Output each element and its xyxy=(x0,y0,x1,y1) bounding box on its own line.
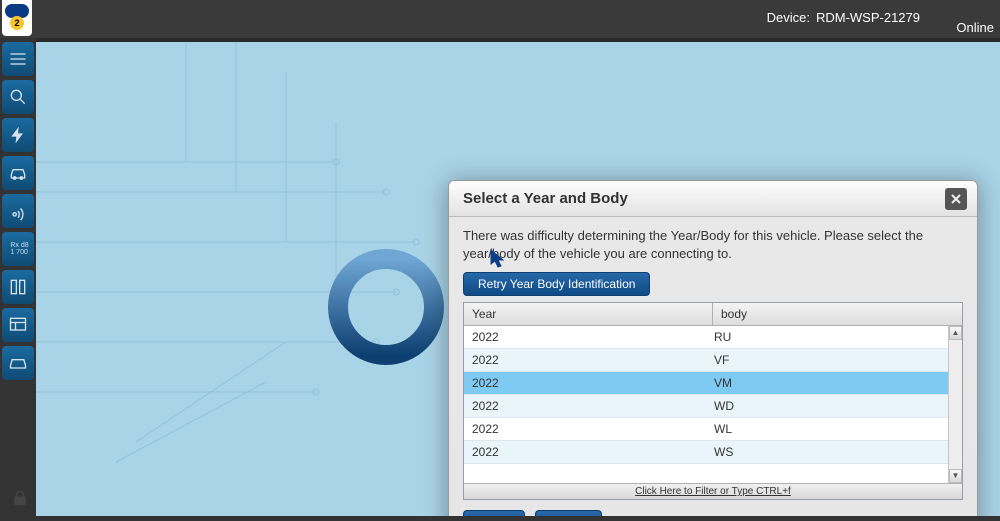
sidebar-radar[interactable] xyxy=(2,194,34,228)
lock-icon xyxy=(10,488,30,508)
sidebar-lock[interactable] xyxy=(4,481,36,515)
col-body[interactable]: body xyxy=(713,303,962,325)
retry-button[interactable]: Retry Year Body Identification xyxy=(463,272,650,296)
top-bar: 2 Device: RDM-WSP-21279 Online xyxy=(0,0,1000,38)
table-scrollbar[interactable]: ▲ ▼ xyxy=(948,326,962,483)
background-logo xyxy=(326,247,446,367)
year-body-dialog: Select a Year and Body There was difficu… xyxy=(448,180,978,516)
connection-status: Online xyxy=(956,20,994,35)
dialog-message: There was difficulty determining the Yea… xyxy=(463,227,963,262)
table-row[interactable]: 2022WL xyxy=(464,418,948,441)
layout-icon xyxy=(8,277,28,297)
sidebar-dashboard[interactable] xyxy=(2,308,34,342)
sidebar-menu[interactable] xyxy=(2,42,34,76)
cell-body: VF xyxy=(706,349,948,371)
search-icon xyxy=(8,87,28,107)
cell-body: WD xyxy=(706,395,948,417)
content-area: Select a Year and Body There was difficu… xyxy=(36,38,1000,516)
year-body-table: Year body 2022RU2022VF2022VM2022WD2022WL… xyxy=(463,302,963,500)
ok-button[interactable]: OK xyxy=(463,510,525,516)
table-row[interactable]: 2022WS xyxy=(464,441,948,464)
bolt-icon xyxy=(8,125,28,145)
scroll-down-icon[interactable]: ▼ xyxy=(949,469,962,483)
cancel-button[interactable]: Cancel xyxy=(535,510,602,516)
table-row[interactable]: 2022VM xyxy=(464,372,948,395)
sidebar-vehicle[interactable] xyxy=(2,156,34,190)
dialog-title: Select a Year and Body xyxy=(463,190,628,207)
table-row[interactable]: 2022WD xyxy=(464,395,948,418)
close-icon xyxy=(950,193,962,205)
cell-body: WL xyxy=(706,418,948,440)
scroll-up-icon[interactable]: ▲ xyxy=(949,326,962,340)
cell-year: 2022 xyxy=(464,326,706,348)
cell-body: VM xyxy=(706,372,948,394)
table-row[interactable]: 2022RU xyxy=(464,326,948,349)
filter-hint[interactable]: Click Here to Filter or Type CTRL+f xyxy=(464,483,962,499)
cell-year: 2022 xyxy=(464,372,706,394)
cell-body: WS xyxy=(706,441,948,463)
cell-year: 2022 xyxy=(464,441,706,463)
sidebar: Rx d81 700 xyxy=(0,38,36,521)
close-button[interactable] xyxy=(945,188,967,210)
cell-year: 2022 xyxy=(464,349,706,371)
sidebar-flash[interactable] xyxy=(2,118,34,152)
radar-icon xyxy=(8,201,28,221)
table-header: Year body xyxy=(464,303,962,326)
dashboard-icon xyxy=(8,315,28,335)
menu-icon xyxy=(8,49,28,69)
sidebar-car2[interactable] xyxy=(2,346,34,380)
car-outline-icon xyxy=(8,353,28,373)
sidebar-rx[interactable]: Rx d81 700 xyxy=(2,232,34,266)
sidebar-search[interactable] xyxy=(2,80,34,114)
col-year[interactable]: Year xyxy=(464,303,713,325)
notification-badge: 2 xyxy=(10,16,24,30)
cell-body: RU xyxy=(706,326,948,348)
device-id: RDM-WSP-21279 xyxy=(816,10,920,25)
cell-year: 2022 xyxy=(464,395,706,417)
car-icon xyxy=(8,163,28,183)
cell-year: 2022 xyxy=(464,418,706,440)
table-row[interactable]: 2022VF xyxy=(464,349,948,372)
dialog-titlebar: Select a Year and Body xyxy=(449,181,977,217)
sidebar-layout[interactable] xyxy=(2,270,34,304)
app-logo[interactable]: 2 xyxy=(2,0,32,36)
device-label: Device: xyxy=(767,10,810,25)
